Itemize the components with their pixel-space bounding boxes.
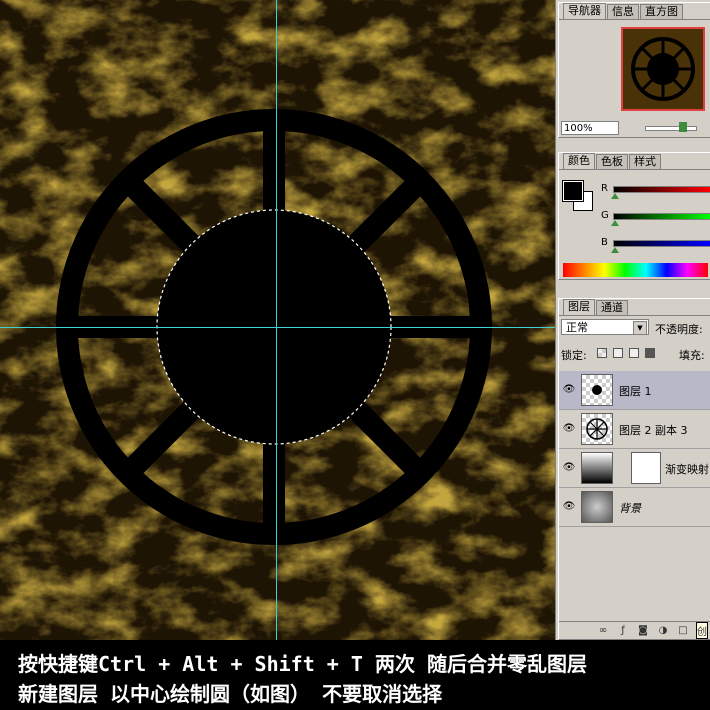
layer-name[interactable]: 背景	[619, 500, 641, 516]
add-mask-icon[interactable]: ◙	[636, 625, 650, 636]
channel-g-slider[interactable]	[613, 213, 710, 220]
layer-row[interactable]: 👁 背景	[559, 488, 710, 527]
eye-icon[interactable]: 👁	[561, 461, 577, 475]
tab-navigator[interactable]: 导航器	[563, 3, 606, 19]
tab-info[interactable]: 信息	[607, 4, 639, 19]
new-layer-icon[interactable]: □	[676, 625, 690, 636]
layer-thumbnail	[581, 491, 613, 523]
lock-label: 锁定:	[561, 349, 587, 362]
tab-swatches[interactable]: 色板	[596, 154, 628, 169]
navigator-tabs: 导航器 信息 直方图	[559, 3, 710, 20]
opacity-label: 不透明度:	[655, 323, 703, 336]
layers-footer-toolbar: ∞ ƒ ◙ ◑ □ 创	[559, 621, 710, 639]
blend-mode-value: 正常	[566, 321, 588, 334]
caption-line-1: 按快捷键Ctrl + Alt + Shift + T 两次 随后合并零乱图层	[18, 652, 587, 676]
color-tabs: 颜色 色板 样式	[559, 153, 710, 170]
tab-color[interactable]: 颜色	[563, 153, 595, 169]
document-canvas[interactable]	[0, 0, 555, 640]
zoom-input[interactable]: 100%	[561, 121, 619, 135]
foreground-color-swatch[interactable]	[562, 180, 584, 202]
layer-thumbnail	[581, 413, 613, 445]
layer-row[interactable]: 👁 图层 1	[559, 371, 710, 410]
horizontal-guide[interactable]	[0, 327, 555, 328]
vertical-guide[interactable]	[276, 0, 277, 640]
channel-g-thumb[interactable]	[611, 220, 619, 226]
layers-panel: 图层 通道 正常 ▼ 不透明度: 锁定: 填充: 👁 图层 1 👁 图层 2 副…	[558, 298, 710, 640]
link-icon[interactable]: ∞	[596, 625, 610, 636]
channel-b-label: B	[601, 237, 608, 248]
panels-dock: 导航器 信息 直方图 100% 颜色 色板 样式 R G B 图层 通道 正常 …	[555, 0, 710, 640]
lock-all-icon[interactable]	[645, 348, 655, 358]
tab-styles[interactable]: 样式	[629, 154, 661, 169]
tab-layers[interactable]: 图层	[563, 299, 595, 315]
layer-name[interactable]: 渐变映射	[665, 461, 709, 477]
tab-histogram[interactable]: 直方图	[640, 4, 683, 19]
channel-b-thumb[interactable]	[611, 247, 619, 253]
layer-name[interactable]: 图层 1	[619, 383, 652, 399]
color-spectrum-bar[interactable]	[563, 263, 708, 277]
canvas-artwork	[0, 0, 555, 640]
layer-row[interactable]: 👁 图层 2 副本 3	[559, 410, 710, 449]
channel-r-label: R	[601, 183, 608, 194]
lock-move-icon[interactable]	[629, 348, 639, 358]
tab-channels[interactable]: 通道	[596, 300, 628, 315]
blend-mode-select[interactable]: 正常 ▼	[561, 319, 649, 335]
navigator-panel: 导航器 信息 直方图 100%	[558, 2, 710, 138]
color-panel: 颜色 色板 样式 R G B	[558, 152, 710, 280]
channel-r-slider[interactable]	[613, 186, 710, 193]
navigator-preview-image	[631, 37, 695, 101]
zoom-slider-track[interactable]	[645, 126, 697, 131]
navigator-preview[interactable]	[621, 27, 705, 111]
layer-thumbnail	[581, 374, 613, 406]
gradient-map-icon	[581, 452, 613, 484]
eye-icon[interactable]: 👁	[561, 500, 577, 514]
layer-mask-thumbnail[interactable]	[631, 452, 661, 484]
layer-style-icon[interactable]: ƒ	[616, 625, 630, 636]
zoom-slider-thumb[interactable]	[679, 122, 687, 132]
adjustment-layer-icon[interactable]: ◑	[656, 625, 670, 636]
lock-paint-icon[interactable]	[613, 348, 623, 358]
eye-icon[interactable]: 👁	[561, 422, 577, 436]
channel-b-slider[interactable]	[613, 240, 710, 247]
caption-line-2: 新建图层 以中心绘制圆（如图） 不要取消选择	[18, 682, 443, 706]
fill-label: 填充:	[679, 349, 705, 362]
channel-r-thumb[interactable]	[611, 193, 619, 199]
lock-transparent-icon[interactable]	[597, 348, 607, 358]
chevron-down-icon[interactable]: ▼	[633, 321, 647, 335]
layer-row[interactable]: 👁 渐变映射	[559, 449, 710, 488]
tooltip: 创	[696, 622, 708, 639]
channel-g-label: G	[601, 210, 609, 221]
layers-tabs: 图层 通道	[559, 299, 710, 316]
layer-name[interactable]: 图层 2 副本 3	[619, 422, 688, 438]
eye-icon[interactable]: 👁	[561, 383, 577, 397]
instruction-caption: 按快捷键Ctrl + Alt + Shift + T 两次 随后合并零乱图层 新…	[0, 640, 710, 710]
